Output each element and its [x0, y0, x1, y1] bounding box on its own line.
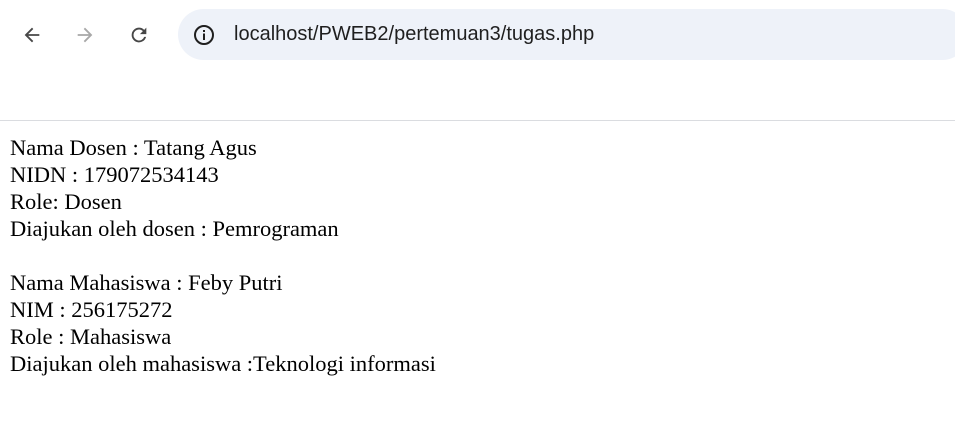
dosen-nidn: NIDN : 179072534143 [10, 162, 219, 187]
mahasiswa-nim: NIM : 256175272 [10, 297, 173, 322]
address-bar[interactable]: localhost/PWEB2/pertemuan3/tugas.php [178, 9, 955, 60]
url-text[interactable]: localhost/PWEB2/pertemuan3/tugas.php [234, 9, 594, 60]
line-break [10, 242, 436, 269]
back-button[interactable] [12, 15, 52, 55]
mahasiswa-nama: Nama Mahasiswa : Feby Putri [10, 270, 283, 295]
page-content: Nama Dosen : Tatang Agus NIDN : 17907253… [10, 134, 436, 377]
reload-icon [131, 27, 147, 43]
reload-button[interactable] [119, 15, 159, 55]
info-circle-icon[interactable] [192, 23, 216, 47]
dosen-diajukan: Diajukan oleh dosen : Pemrograman [10, 216, 339, 241]
mahasiswa-role: Role : Mahasiswa [10, 324, 172, 349]
arrow-left-icon [24, 27, 40, 43]
dosen-role: Role: Dosen [10, 189, 122, 214]
dosen-nama: Nama Dosen : Tatang Agus [10, 135, 257, 160]
arrow-right-icon [77, 27, 93, 43]
mahasiswa-diajukan: Diajukan oleh mahasiswa :Teknologi infor… [10, 351, 436, 376]
forward-button[interactable] [65, 15, 105, 55]
browser-toolbar: localhost/PWEB2/pertemuan3/tugas.php [0, 0, 955, 121]
